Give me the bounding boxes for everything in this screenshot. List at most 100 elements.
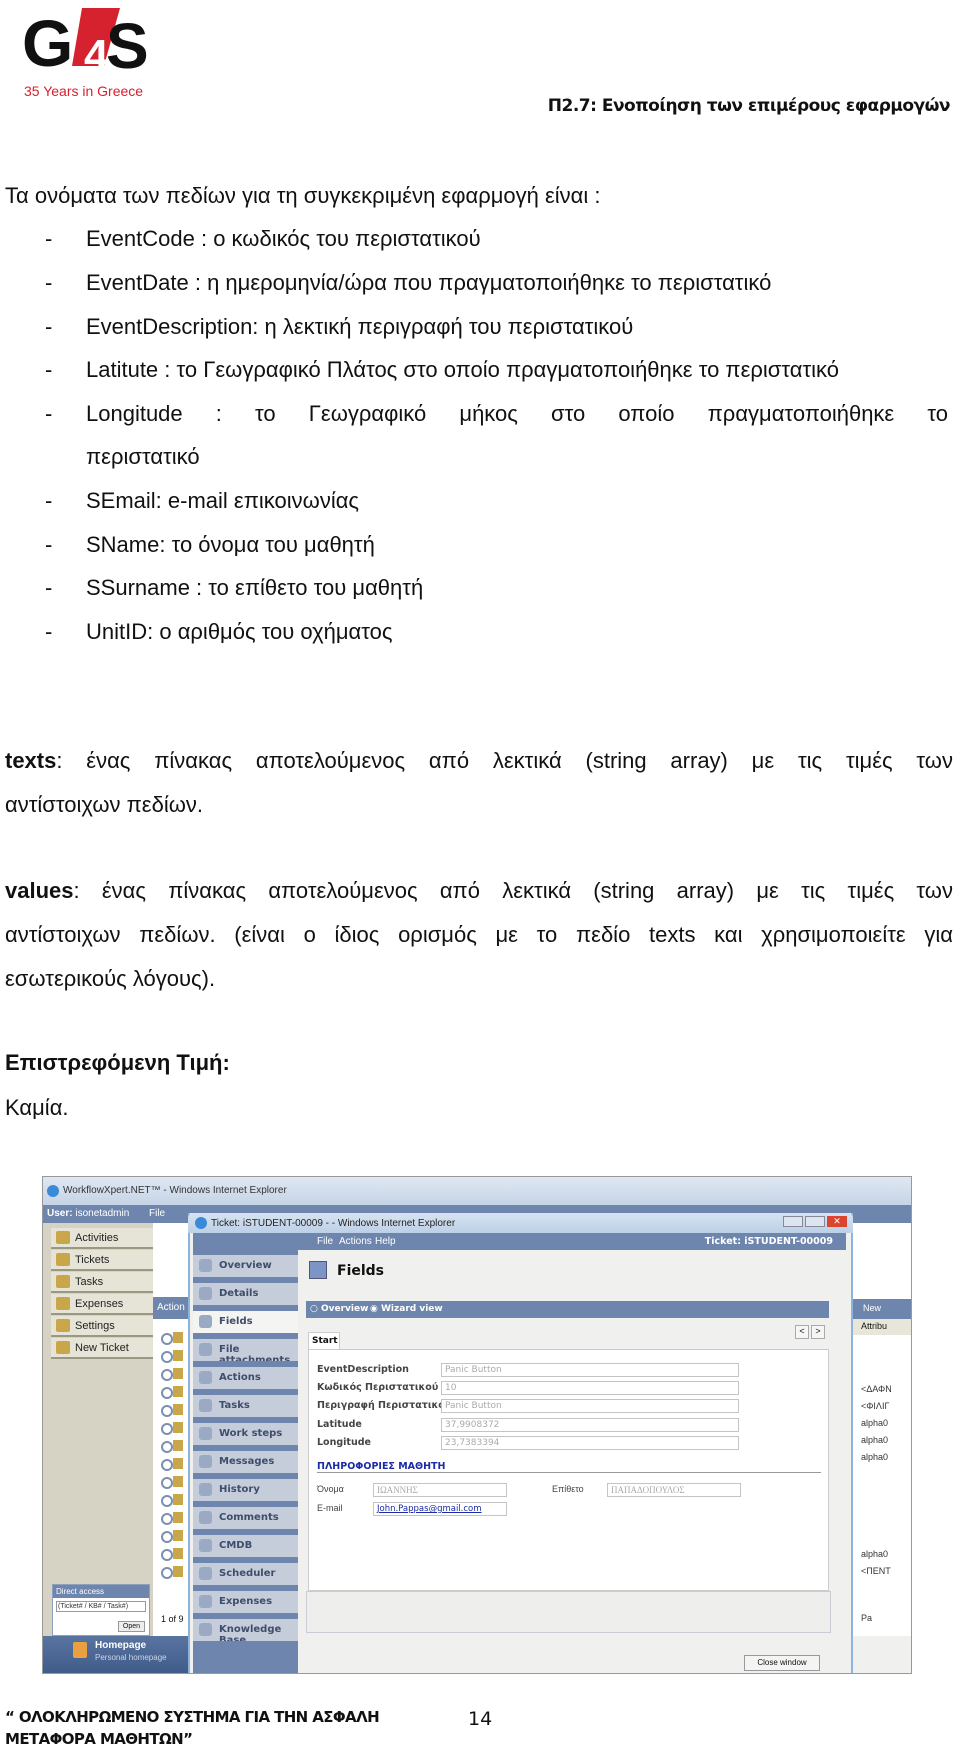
overview-icon xyxy=(199,1259,212,1272)
g4s-logo: G 4 S 35 Years in Greece xyxy=(22,6,149,99)
prev-button[interactable]: < xyxy=(795,1325,809,1339)
open-button[interactable]: Open xyxy=(117,1621,145,1632)
list-item-continuation: περιστατικό xyxy=(86,444,200,469)
inner-window-title: Ticket: iSTUDENT-00009 - - Windows Inter… xyxy=(211,1218,456,1229)
outer-menu-file[interactable]: File xyxy=(149,1208,165,1219)
nav-item-actions[interactable]: Actions xyxy=(193,1367,298,1389)
row-view-icon[interactable] xyxy=(161,1350,185,1363)
new-ticket-icon xyxy=(56,1341,70,1354)
cmdb-icon xyxy=(199,1539,212,1552)
nav-item-details[interactable]: Details xyxy=(193,1283,298,1305)
texts-paragraph-end: αντίστοιχων πεδίων. xyxy=(5,792,204,817)
nav-item-overview[interactable]: Overview xyxy=(193,1255,298,1277)
nav-item-fields[interactable]: Fields xyxy=(193,1311,298,1333)
nav-item-expenses[interactable]: Expenses xyxy=(193,1591,298,1613)
direct-access-panel: Direct access (Ticket# / KB# / Task#) Op… xyxy=(52,1584,150,1636)
logo-tagline: 35 Years in Greece xyxy=(24,83,143,99)
sidebar-item-expenses[interactable]: Expenses xyxy=(51,1294,153,1315)
texts-paragraph: texts: ένας πίνακας αποτελούμενος από λε… xyxy=(5,748,953,773)
longitude-input[interactable]: 23,7383394 xyxy=(441,1436,739,1450)
surname-input[interactable]: ΠΑΠΑΔΟΠΟΥΛΟΣ xyxy=(607,1483,741,1497)
new-button[interactable]: New xyxy=(853,1299,911,1319)
event-description-input[interactable]: Panic Button xyxy=(441,1363,739,1377)
nav-item-label: CMDB xyxy=(219,1540,253,1551)
row-view-icon[interactable] xyxy=(161,1422,185,1435)
email-input[interactable]: John.Pappas@gmail.com xyxy=(373,1502,507,1516)
return-heading: Επιστρεφόμενη Τιμή: xyxy=(5,1050,230,1075)
nav-item-cmdb[interactable]: CMDB xyxy=(193,1535,298,1557)
homepage-link[interactable]: Homepage Personal homepage xyxy=(43,1636,188,1673)
nav-item-scheduler[interactable]: Scheduler xyxy=(193,1563,298,1585)
nav-item-work-steps[interactable]: Work steps xyxy=(193,1423,298,1445)
nav-item-label: Work steps xyxy=(219,1428,283,1439)
page-number: 14 xyxy=(468,1708,493,1730)
menu-actions[interactable]: Actions xyxy=(339,1236,372,1247)
list-item: - Longitude : το Γεωγραφικό μήκος στο οπο… xyxy=(45,401,948,426)
ie-icon xyxy=(47,1185,59,1197)
row-view-icon[interactable] xyxy=(161,1530,185,1543)
nav-item-label: Comments xyxy=(219,1512,279,1523)
values-paragraph-line: αντίστοιχων πεδίων. (είναι ο ίδιος ορισμ… xyxy=(5,922,953,947)
nav-item-label: Expenses xyxy=(219,1596,273,1607)
user-info: User: isonetadmin xyxy=(47,1208,130,1219)
sidebar-item-settings[interactable]: Settings xyxy=(51,1316,153,1337)
right-cell: <ΔΑΦΝ xyxy=(861,1384,892,1394)
row-view-icon[interactable] xyxy=(161,1332,185,1345)
sidebar-item-tickets[interactable]: Tickets xyxy=(51,1250,153,1271)
nav-item-comments[interactable]: Comments xyxy=(193,1507,298,1529)
radio-overview[interactable]: ○ Overview xyxy=(310,1304,368,1314)
field-label: Latitude xyxy=(317,1419,362,1430)
row-view-icon[interactable] xyxy=(161,1494,185,1507)
nav-item-label: History xyxy=(219,1484,260,1495)
right-cell: alpha0 xyxy=(861,1549,889,1559)
nav-item-knowledge-base[interactable]: Knowledge Base xyxy=(193,1619,298,1646)
row-view-icon[interactable] xyxy=(161,1458,185,1471)
sidebar-item-tasks[interactable]: Tasks xyxy=(51,1272,153,1293)
radio-wizard-view[interactable]: ◉ Wizard view xyxy=(370,1304,443,1314)
row-view-icon[interactable] xyxy=(161,1404,185,1417)
maximize-button[interactable] xyxy=(805,1216,825,1227)
nav-item-tasks[interactable]: Tasks xyxy=(193,1395,298,1417)
right-cell: <ΦΙΛΙΓ xyxy=(861,1401,890,1411)
action-column-header: Action xyxy=(153,1297,188,1319)
event-text-input[interactable]: Panic Button xyxy=(441,1399,739,1413)
row-view-icon[interactable] xyxy=(161,1476,185,1489)
nav-item-file-attachments[interactable]: File attachments xyxy=(193,1339,298,1366)
app-screenshot: WorkflowXpert.NET™ - Windows Internet Ex… xyxy=(42,1176,912,1674)
minimize-button[interactable] xyxy=(783,1216,803,1227)
nav-item-history[interactable]: History xyxy=(193,1479,298,1501)
pager-text: 1 of 9 xyxy=(161,1614,184,1624)
list-item: - EventDescription: η λεκτική περιγραφή τ… xyxy=(45,314,634,339)
nav-item-label: Fields xyxy=(219,1316,253,1327)
tab-start[interactable]: Start xyxy=(308,1332,340,1349)
name-input[interactable]: ΙΩΑΝΝΗΣ xyxy=(373,1483,507,1497)
row-view-icon[interactable] xyxy=(161,1512,185,1525)
event-code-input[interactable]: 10 xyxy=(441,1381,739,1395)
surname-label: Επίθετο xyxy=(552,1484,584,1494)
work-steps-icon xyxy=(199,1427,212,1440)
sidebar-item-new-ticket[interactable]: New Ticket xyxy=(51,1338,153,1359)
close-window-button[interactable]: Close window xyxy=(744,1655,820,1671)
nav-item-label: Overview xyxy=(219,1260,272,1271)
menu-file[interactable]: File xyxy=(317,1236,333,1247)
row-view-icon[interactable] xyxy=(161,1440,185,1453)
messages-icon xyxy=(199,1455,212,1468)
direct-access-title: Direct access xyxy=(53,1585,149,1598)
row-view-icon[interactable] xyxy=(161,1368,185,1381)
close-icon[interactable]: ✕ xyxy=(827,1216,847,1227)
values-paragraph-end: εσωτερικούς λόγους). xyxy=(5,966,216,991)
row-view-icon[interactable] xyxy=(161,1386,185,1399)
nav-item-messages[interactable]: Messages xyxy=(193,1451,298,1473)
menu-help[interactable]: Help xyxy=(375,1236,396,1247)
sidebar-item-activities[interactable]: Activities xyxy=(51,1228,153,1249)
field-label: Περιγραφή Περιστατικού xyxy=(317,1400,452,1411)
right-cell: alpha0 xyxy=(861,1452,889,1462)
latitude-input[interactable]: 37,9908372 xyxy=(441,1418,739,1432)
fields-icon xyxy=(199,1315,212,1328)
fields-icon xyxy=(309,1261,327,1279)
homepage-title: Homepage xyxy=(95,1640,147,1651)
next-button[interactable]: > xyxy=(811,1325,825,1339)
row-view-icon[interactable] xyxy=(161,1566,185,1579)
row-view-icon[interactable] xyxy=(161,1548,185,1561)
direct-access-input[interactable]: (Ticket# / KB# / Task#) xyxy=(56,1601,146,1612)
